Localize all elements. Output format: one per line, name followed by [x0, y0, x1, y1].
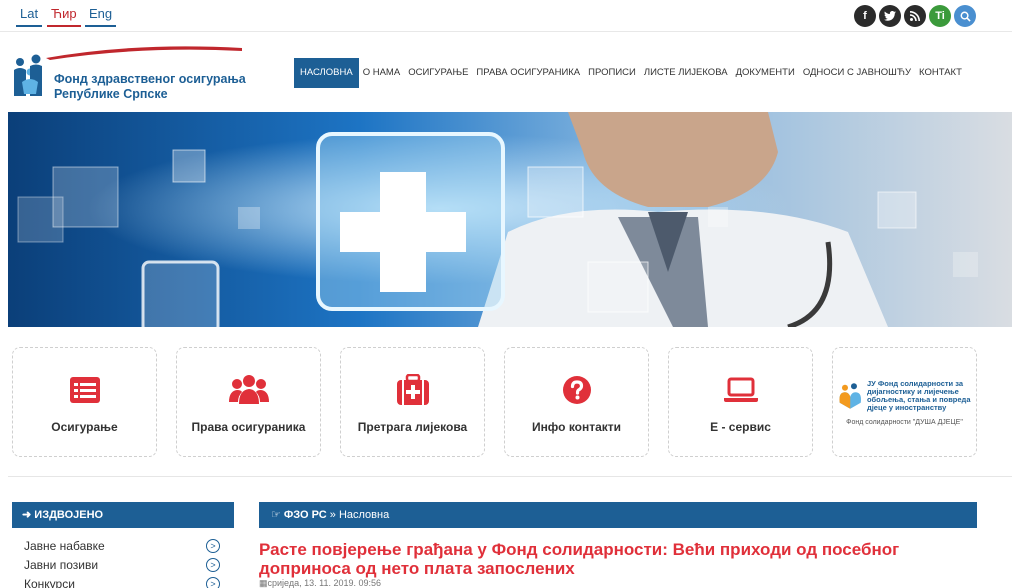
nav-item-drug-lists[interactable]: ЛИСТЕ ЛИЈЕКОВА	[640, 58, 732, 88]
sidebar-item-public-procurement[interactable]: Јавне набавке >	[12, 536, 234, 555]
tile-insured-rights-label: Права осигураника	[191, 420, 306, 434]
breadcrumb: ☞ ФЗО РС » Насловна	[259, 502, 977, 528]
logo-text-line1: Фонд здравственог осигурања	[54, 72, 246, 86]
nav-item-home[interactable]: НАСЛОВНА	[294, 58, 359, 88]
lang-latin-link[interactable]: Lat	[16, 6, 43, 27]
breadcrumb-separator: »	[329, 509, 336, 521]
tile-drug-search[interactable]: Претрага лијекова	[340, 347, 485, 457]
nav-item-regulations[interactable]: ПРОПИСИ	[584, 58, 640, 88]
twitter-icon[interactable]	[879, 5, 901, 27]
breadcrumb-current: Насловна	[338, 509, 390, 521]
list-icon	[65, 370, 105, 410]
tile-info-contacts-label: Инфо контакти	[531, 420, 622, 434]
sidebar-title: ➜ ИЗДВОЈЕНО	[12, 502, 234, 528]
users-icon	[228, 370, 269, 410]
ti-icon[interactable]: Ti	[929, 5, 951, 27]
medkit-icon	[393, 370, 433, 410]
sidebar-item-competitions[interactable]: Конкурси >	[12, 574, 234, 588]
laptop-icon	[721, 370, 761, 410]
sidebar-list: Јавне набавке > Јавни позиви > Конкурси …	[12, 536, 234, 588]
solidarity-fund-text: ЈУ Фонд солидарности за дијагностику и л…	[866, 378, 971, 412]
tile-e-service[interactable]: Е - сервис	[668, 347, 813, 457]
lang-cyrillic-link[interactable]: Ћир	[47, 6, 81, 27]
sidebar-item-public-calls[interactable]: Јавни позиви >	[12, 555, 234, 574]
facebook-icon[interactable]: f	[854, 5, 876, 27]
logo-family-icon	[14, 54, 42, 96]
logo-text-line2: Републике Српске	[54, 87, 168, 101]
tile-solidarity-fund[interactable]: ЈУ Фонд солидарности за дијагностику и л…	[832, 347, 977, 457]
tile-info-contacts[interactable]: Инфо контакти	[504, 347, 649, 457]
nav-item-about[interactable]: О НАМА	[359, 58, 404, 88]
site-logo[interactable]: Фонд здравственог осигурања Републике Ср…	[12, 44, 246, 104]
tile-drug-search-label: Претрага лијекова	[357, 420, 468, 434]
main-nav: НАСЛОВНА О НАМА ОСИГУРАЊЕ ПРАВА ОСИГУРАН…	[294, 58, 966, 88]
chevron-right-icon: >	[206, 557, 220, 572]
lang-english-link[interactable]: Eng	[85, 6, 117, 27]
chevron-circle-icon: ➜	[22, 509, 35, 521]
tile-e-service-label: Е - сервис	[710, 420, 771, 434]
article-date: ▦сриједа, 13. 11. 2019. 09:56	[259, 578, 382, 588]
solidarity-fund-banner: ЈУ Фонд солидарности за дијагностику и л…	[838, 378, 971, 413]
logo-swoosh	[46, 46, 242, 60]
tile-insurance-label: Осигурање	[51, 420, 118, 434]
nav-item-insurance[interactable]: ОСИГУРАЊЕ	[404, 58, 472, 88]
solidarity-fund-logo-icon	[838, 382, 861, 409]
social-links: f Ti	[854, 5, 976, 27]
question-icon	[557, 370, 597, 410]
hero-image	[8, 112, 1012, 327]
chevron-right-icon: >	[206, 538, 220, 553]
nav-item-contact[interactable]: КОНТАКТ	[915, 58, 966, 88]
solidarity-fund-caption: Фонд солидарности "ДУША ДЈЕЦЕ"	[846, 418, 963, 426]
hand-pointer-icon: ☞	[271, 509, 284, 521]
breadcrumb-root[interactable]: ФЗО РС	[284, 509, 327, 521]
top-bar: Lat Ћир Eng f Ti	[0, 0, 1012, 32]
nav-item-documents[interactable]: ДОКУМЕНТИ	[732, 58, 799, 88]
tile-insured-rights[interactable]: Права осигураника	[176, 347, 321, 457]
tile-insurance[interactable]: Осигурање	[12, 347, 157, 457]
chevron-right-icon: >	[206, 576, 220, 588]
article-headline[interactable]: Расте повјерење грађана у Фонд солидарно…	[259, 540, 977, 578]
calendar-icon: ▦	[259, 578, 268, 588]
section-divider	[8, 476, 1012, 477]
rss-icon[interactable]	[904, 5, 926, 27]
hero-banner	[8, 112, 1012, 327]
nav-item-insured-rights[interactable]: ПРАВА ОСИГУРАНИКА	[472, 58, 584, 88]
nav-item-public-relations[interactable]: ОДНОСИ С ЈАВНОШЋУ	[799, 58, 915, 88]
search-icon[interactable]	[954, 5, 976, 27]
